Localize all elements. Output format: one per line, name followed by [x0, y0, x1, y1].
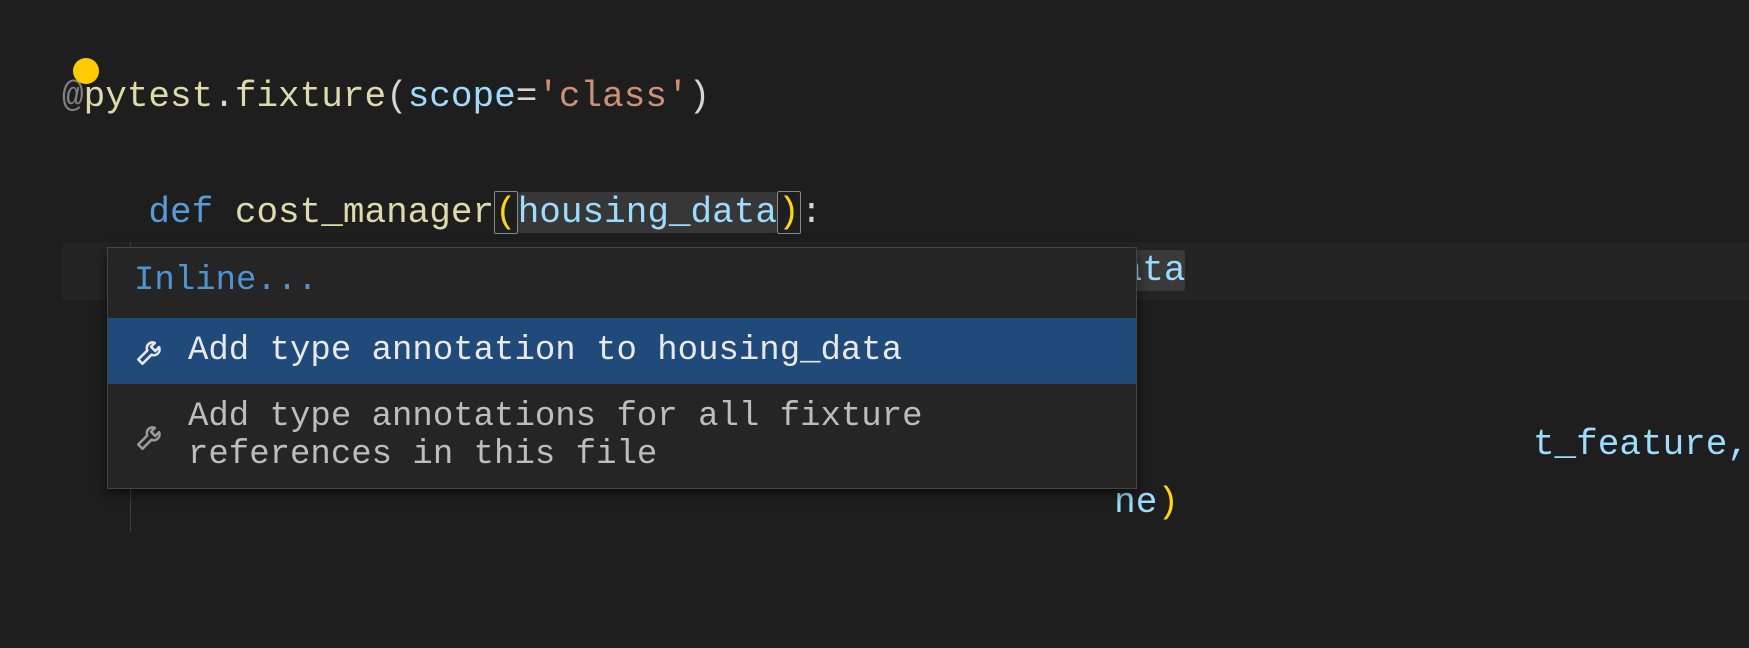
space [213, 192, 235, 233]
variable-partial: t_feature, [1533, 424, 1749, 465]
code-line-active[interactable]: def cost_manager(housing_data): [62, 126, 1749, 242]
decorator-member: fixture [235, 76, 386, 117]
rparen: ) [1157, 482, 1179, 523]
popup-header[interactable]: Inline... [108, 248, 1136, 318]
code-action-item[interactable]: Add type annotations for all fixture ref… [108, 384, 1136, 488]
rparen: ) [689, 76, 711, 117]
colon: : [801, 192, 823, 233]
keyword-def: def [148, 192, 213, 233]
dot: . [213, 76, 235, 117]
wrench-icon [134, 419, 168, 453]
code-action-label: Add type annotations for all fixture ref… [188, 398, 1116, 474]
lparen-matched: ( [494, 191, 518, 234]
rparen-matched: ) [777, 191, 801, 234]
lparen: ( [386, 76, 408, 117]
string-literal: 'class' [537, 76, 688, 117]
lightbulb-icon[interactable] [73, 58, 99, 84]
code-action-popup: Inline... Add type annotation to housing… [107, 247, 1137, 489]
decorator-name: pytest [84, 76, 214, 117]
wrench-icon [134, 334, 168, 368]
code-action-label: Add type annotation to housing_data [188, 332, 902, 370]
kwarg-name: scope [408, 76, 516, 117]
code-action-item[interactable]: Add type annotation to housing_data [108, 318, 1136, 384]
equals: = [516, 76, 538, 117]
code-line[interactable]: @pytest.fixture(scope='class') [62, 68, 1749, 126]
parameter-name: housing_data [518, 192, 777, 233]
function-name: cost_manager [235, 192, 494, 233]
